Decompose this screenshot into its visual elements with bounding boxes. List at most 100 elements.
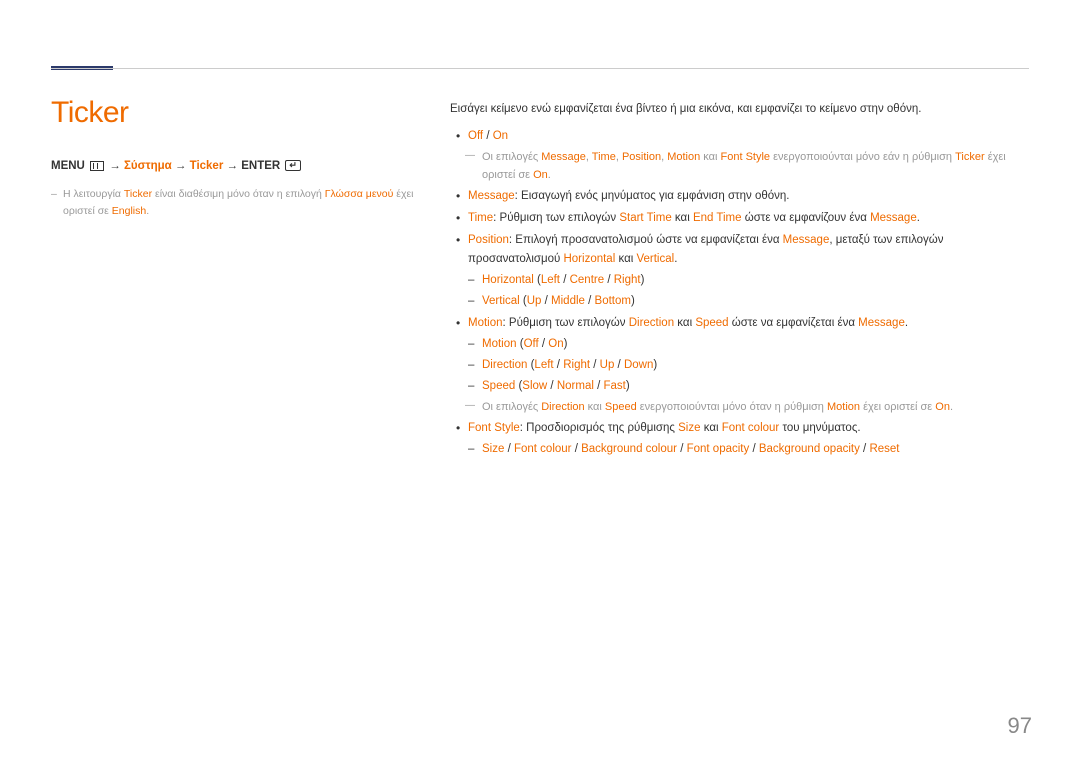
t: και	[700, 151, 720, 163]
opt-on: On	[493, 130, 508, 142]
arrow: →	[227, 160, 239, 172]
t: Οι επιλογές	[482, 151, 541, 163]
t: και	[585, 401, 605, 413]
t: Time	[592, 151, 616, 163]
t: Speed	[605, 401, 637, 413]
t: End Time	[693, 212, 742, 224]
t: Direction	[541, 401, 584, 413]
note-text: .	[146, 205, 149, 217]
item-motion: Motion : Ρύθμιση των επιλογών Direction κ…	[450, 314, 1030, 416]
t: και	[615, 253, 636, 265]
t: Message	[783, 234, 830, 246]
t: Font colour	[722, 422, 780, 434]
t: και	[701, 422, 722, 434]
lbl: Time	[468, 212, 493, 224]
t: : Ρύθμιση των επιλογών	[503, 317, 629, 329]
t: .	[917, 212, 920, 224]
o: Middle	[551, 295, 585, 307]
lbl: Position	[468, 234, 509, 246]
t: ώστε να εμφανίζεται ένα	[729, 317, 859, 329]
t: Size	[678, 422, 700, 434]
o: Right	[614, 274, 641, 286]
o: Slow	[522, 380, 547, 392]
t: Οι επιλογές	[482, 401, 541, 413]
offon-footnote: Οι επιλογές Message, Time, Position, Mot…	[468, 148, 1030, 184]
o: Up	[600, 359, 615, 371]
enter-label: ENTER	[241, 160, 280, 172]
lbl: Vertical	[482, 295, 520, 307]
o: Right	[563, 359, 590, 371]
o: Bottom	[595, 295, 631, 307]
t: Message	[870, 212, 917, 224]
fontstyle-options: Size / Font colour / Background colour /…	[468, 440, 1030, 459]
item-position: Position: Επιλογή προσανατολισμού ώστε ν…	[450, 231, 1030, 311]
o: Left	[541, 274, 560, 286]
t: και	[674, 317, 695, 329]
t: ενεργοποιούνται μόνο όταν η ρύθμιση	[637, 401, 827, 413]
item-time: Time: Ρύθμιση των επιλογών Start Time κα…	[450, 209, 1030, 228]
o: Off	[524, 338, 539, 350]
item-fontstyle: Font Style: Προσδιορισμός της ρύθμισης S…	[450, 419, 1030, 459]
t: Font Style	[721, 151, 771, 163]
t: Message	[858, 317, 905, 329]
o: Down	[624, 359, 653, 371]
lbl: Font Style	[468, 422, 520, 434]
t: ενεργοποιούνται μόνο εάν η ρύθμιση	[770, 151, 955, 163]
o: Reset	[869, 443, 899, 455]
lbl: Message	[468, 190, 515, 202]
o: Left	[534, 359, 553, 371]
note-text: Η λειτουργία	[63, 188, 124, 200]
page-number: 97	[1008, 713, 1032, 739]
t: .	[674, 253, 677, 265]
t: .	[548, 169, 551, 181]
o: Size	[482, 443, 504, 455]
left-note: Η λειτουργία Ticker είναι διαθέσιμη μόνο…	[51, 186, 421, 220]
t: Speed	[695, 317, 728, 329]
t: έχει οριστεί σε	[860, 401, 935, 413]
enter-icon	[285, 160, 301, 171]
lbl: Motion	[482, 338, 517, 350]
slash: /	[483, 130, 493, 142]
item-off-on: Off / On Οι επιλογές Message, Time, Posi…	[450, 127, 1030, 184]
o: Normal	[557, 380, 594, 392]
right-column: Εισάγει κείμενο ενώ εμφανίζεται ένα βίντ…	[450, 100, 1030, 462]
o: Background colour	[581, 443, 677, 455]
menu-label: MENU	[51, 160, 85, 172]
o: Font opacity	[687, 443, 750, 455]
motion-direction: Direction (Left / Right / Up / Down)	[468, 356, 1030, 375]
t: Motion	[827, 401, 860, 413]
header-rule	[51, 68, 1029, 69]
motion-onoff: Motion (Off / On)	[468, 335, 1030, 354]
opt-off: Off	[468, 130, 483, 142]
t: Position	[622, 151, 661, 163]
intro-text: Εισάγει κείμενο ενώ εμφανίζεται ένα βίντ…	[450, 100, 1030, 119]
note-lang: Γλώσσα μενού	[325, 188, 394, 200]
arrow: →	[175, 160, 187, 172]
t: Message	[541, 151, 586, 163]
motion-footnote: Οι επιλογές Direction και Speed ενεργοπο…	[468, 398, 1030, 416]
t: Ticker	[955, 151, 985, 163]
t: Vertical	[636, 253, 674, 265]
o: Up	[527, 295, 542, 307]
breadcrumb: MENU → Σύστημα → Ticker → ENTER	[51, 160, 421, 172]
t: και	[672, 212, 693, 224]
t: On	[533, 169, 548, 181]
t: Direction	[629, 317, 674, 329]
o: On	[548, 338, 563, 350]
note-ticker: Ticker	[124, 188, 152, 200]
t: On	[935, 401, 950, 413]
lbl: Direction	[482, 359, 527, 371]
o: Background opacity	[759, 443, 860, 455]
t: .	[905, 317, 908, 329]
t: : Επιλογή προσανατολισμού ώστε να εμφανί…	[509, 234, 783, 246]
t: .	[950, 401, 953, 413]
t: : Προσδιορισμός της ρύθμισης	[520, 422, 678, 434]
item-message: Message: Εισαγωγή ενός μηνύματος για εμφ…	[450, 187, 1030, 206]
t: του μηνύματος.	[779, 422, 860, 434]
t: ώστε να εμφανίζουν ένα	[742, 212, 871, 224]
o: Centre	[570, 274, 605, 286]
menu-icon	[90, 161, 104, 171]
t: Start Time	[619, 212, 671, 224]
o: Fast	[603, 380, 625, 392]
t: Horizontal	[563, 253, 615, 265]
